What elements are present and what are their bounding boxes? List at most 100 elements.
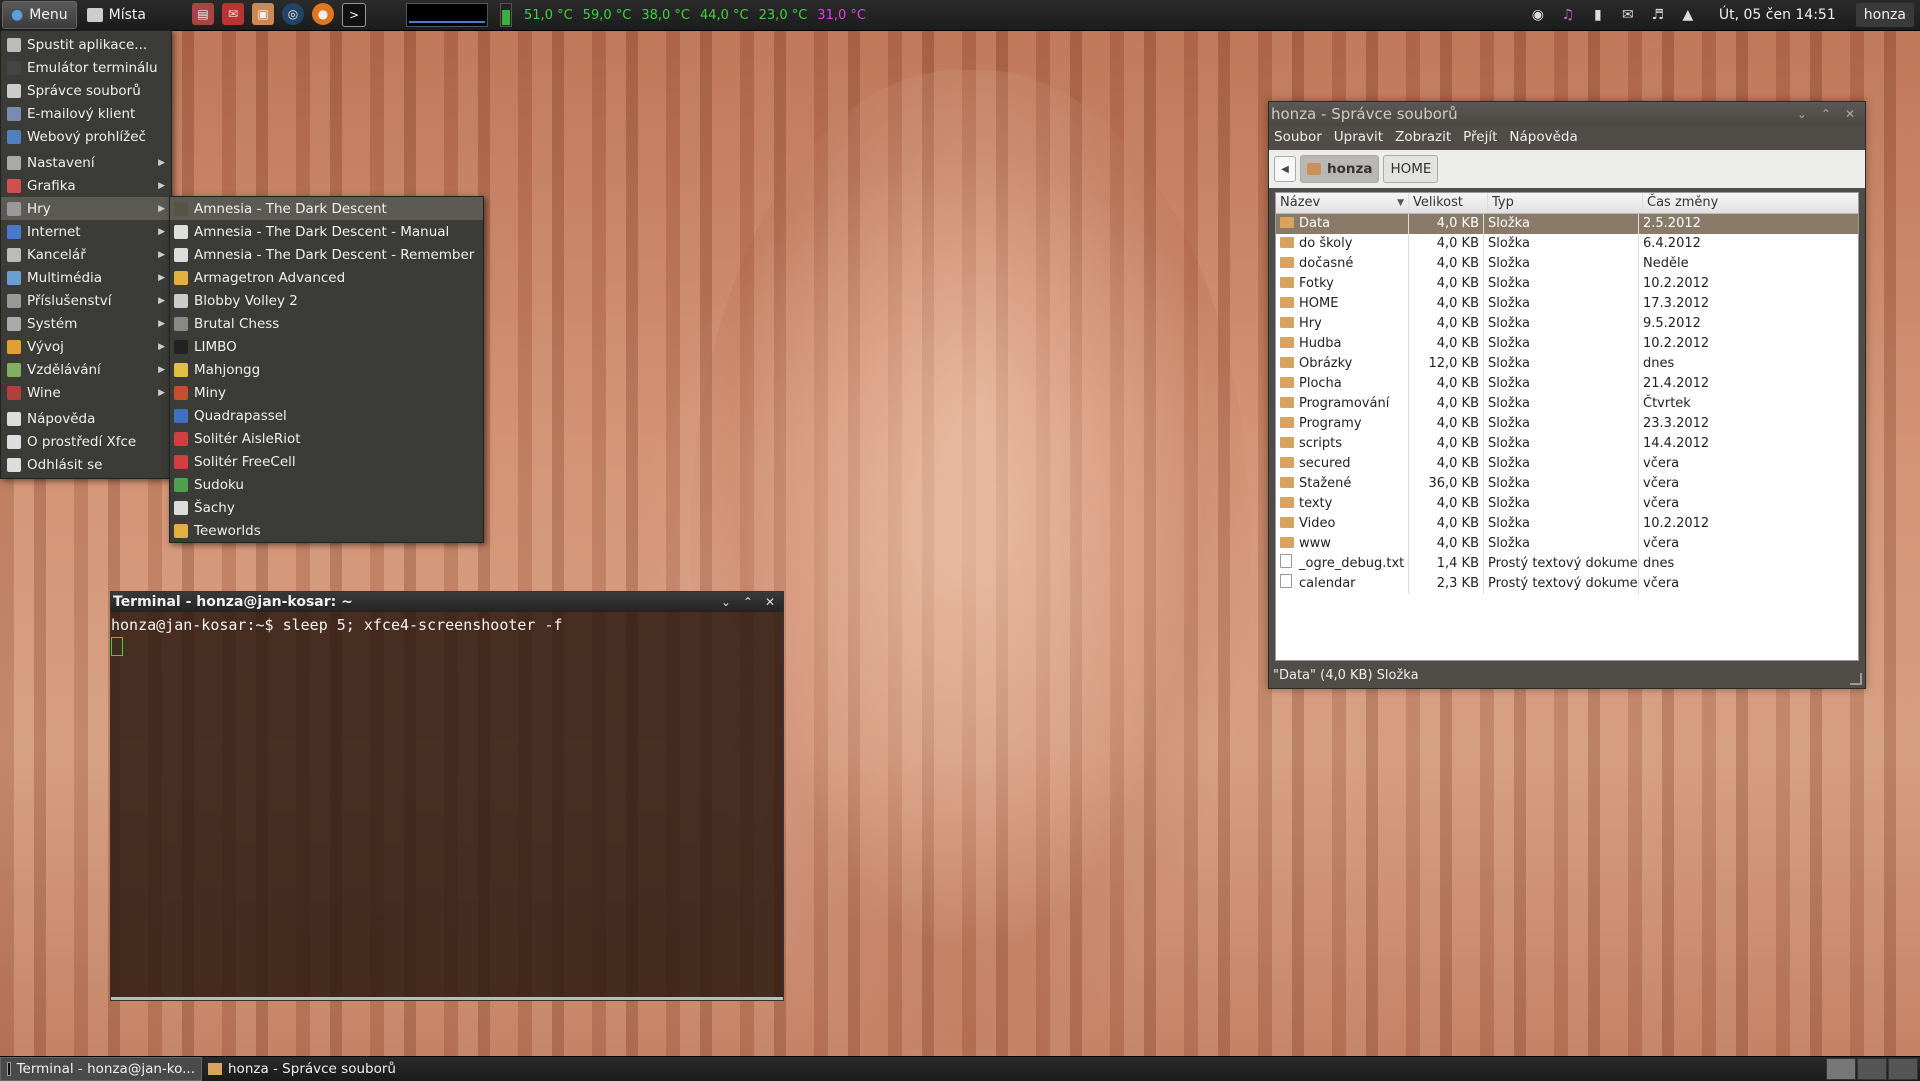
file-row[interactable]: HOME 4,0 KB Složka 17.3.2012 [1276, 294, 1858, 314]
game-item-amnesia-the-dark-descent-remember[interactable]: Amnesia - The Dark Descent - Remember [170, 243, 483, 266]
menu-item-e-mailovy-klient[interactable]: E-mailový klient [1, 102, 171, 125]
file-row[interactable]: Programy 4,0 KB Složka 23.3.2012 [1276, 414, 1858, 434]
mail-icon[interactable]: ✉ [222, 3, 245, 25]
game-item-sachy[interactable]: Šachy [170, 496, 483, 519]
menu-item-vyvoj[interactable]: Vývoj ▶ [1, 335, 171, 358]
file-row[interactable]: Obrázky 12,0 KB Složka dnes [1276, 354, 1858, 374]
game-item-sudoku[interactable]: Sudoku [170, 473, 483, 496]
file-list[interactable]: Název ▼ Velikost Typ Čas změny Data 4,0 K… [1275, 192, 1859, 661]
maximize-icon[interactable]: ⌃ [1821, 107, 1831, 121]
terminal-body[interactable]: honza@jan-kosar:~$ sleep 5; xfce4-screen… [111, 612, 783, 660]
menu-item-nastaveni[interactable]: Nastavení ▶ [1, 151, 171, 174]
menu-item-kancelar[interactable]: Kancelář ▶ [1, 243, 171, 266]
file-row[interactable]: Video 4,0 KB Složka 10.2.2012 [1276, 514, 1858, 534]
file-row[interactable]: Hudba 4,0 KB Složka 10.2.2012 [1276, 334, 1858, 354]
mail-tray-icon[interactable]: ✉ [1619, 6, 1637, 24]
menu-item-hry[interactable]: Hry ▶ [1, 197, 171, 220]
menu-zobrazit[interactable]: Zobrazit [1395, 129, 1451, 145]
maximize-icon[interactable]: ⌃ [743, 595, 753, 609]
menu-item-napoveda[interactable]: Nápověda [1, 407, 171, 430]
file-row[interactable]: calendar 2,3 KB Prostý textový dokument vče… [1276, 574, 1858, 594]
menu-item-odhlasit-se[interactable]: Odhlásit se [1, 453, 171, 476]
menu-item-grafika[interactable]: Grafika ▶ [1, 174, 171, 197]
breadcrumb-home[interactable]: HOME [1383, 155, 1439, 183]
game-item-blobby-volley-2[interactable]: Blobby Volley 2 [170, 289, 483, 312]
menu-item-spravce-souboru[interactable]: Správce souborů [1, 79, 171, 102]
notes-icon[interactable]: ♫ [1559, 6, 1577, 24]
folder-icon [1280, 537, 1294, 548]
menu-item-o-prostredi-xfce[interactable]: O prostředí Xfce [1, 430, 171, 453]
file-row[interactable]: Hry 4,0 KB Složka 9.5.2012 [1276, 314, 1858, 334]
file-row[interactable]: Programování 4,0 KB Složka Čtvrtek [1276, 394, 1858, 414]
battery-icon[interactable]: ▮ [1589, 6, 1607, 24]
menu-napoveda[interactable]: Nápověda [1509, 129, 1577, 145]
game-item-miny[interactable]: Miny [170, 381, 483, 404]
column-size[interactable]: Velikost [1409, 193, 1488, 213]
game-item-soliter-aisleriot[interactable]: Solitér AisleRiot [170, 427, 483, 450]
file-row[interactable]: secured 4,0 KB Složka včera [1276, 454, 1858, 474]
firefox-icon[interactable]: ● [312, 3, 335, 25]
game-item-brutal-chess[interactable]: Brutal Chess [170, 312, 483, 335]
menu-upravit[interactable]: Upravit [1334, 129, 1383, 145]
browser-icon[interactable]: ◎ [282, 3, 305, 25]
menu-soubor[interactable]: Soubor [1274, 129, 1322, 145]
file-row[interactable]: texty 4,0 KB Složka včera [1276, 494, 1858, 514]
user-menu[interactable]: honza [1855, 3, 1914, 27]
file-row[interactable]: Fotky 4,0 KB Složka 10.2.2012 [1276, 274, 1858, 294]
game-item-quadrapassel[interactable]: Quadrapassel [170, 404, 483, 427]
file-row[interactable]: www 4,0 KB Složka včera [1276, 534, 1858, 554]
menu-item-wine[interactable]: Wine ▶ [1, 381, 171, 404]
column-name[interactable]: Název ▼ [1276, 193, 1409, 213]
workspace-2[interactable] [1857, 1058, 1887, 1080]
terminal-titlebar[interactable]: Terminal - honza@jan-kosar: ~ ⌄ ⌃ ✕ [111, 592, 783, 612]
terminal-icon[interactable]: > [342, 3, 367, 27]
column-date[interactable]: Čas změny [1643, 193, 1858, 213]
file-manager-titlebar[interactable]: honza - Správce souborů ⌄ ⌃ ✕ [1269, 102, 1865, 126]
archive-icon[interactable]: ▤ [192, 3, 215, 25]
game-item-amnesia-the-dark-descent-manual[interactable]: Amnesia - The Dark Descent - Manual [170, 220, 483, 243]
game-item-amnesia-the-dark-descent[interactable]: Amnesia - The Dark Descent [170, 197, 483, 220]
file-row[interactable]: Data 4,0 KB Složka 2.5.2012 [1276, 214, 1858, 234]
file-row[interactable]: do školy 4,0 KB Složka 6.4.2012 [1276, 234, 1858, 254]
menu-item-emulator-terminalu[interactable]: Emulátor terminálu [1, 56, 171, 79]
file-row[interactable]: _ogre_debug.txt 1,4 KB Prostý textový doku… [1276, 554, 1858, 574]
game-item-limbo[interactable]: LIMBO [170, 335, 483, 358]
column-type[interactable]: Typ [1488, 193, 1643, 213]
file-row[interactable]: dočasné 4,0 KB Složka Neděle [1276, 254, 1858, 274]
close-icon[interactable]: ✕ [1845, 107, 1855, 121]
file-row[interactable]: Plocha 4,0 KB Složka 21.4.2012 [1276, 374, 1858, 394]
network-icon[interactable]: ▲ [1679, 6, 1697, 24]
back-arrow-icon[interactable]: ◀ [1274, 156, 1296, 182]
game-item-teeworlds[interactable]: Teeworlds [170, 519, 483, 542]
menu-item-internet[interactable]: Internet ▶ [1, 220, 171, 243]
menu-item-system[interactable]: Systém ▶ [1, 312, 171, 335]
file-manager-window[interactable]: honza - Správce souborů ⌄ ⌃ ✕ Soubor Upr… [1268, 101, 1866, 689]
game-item-armagetron-advanced[interactable]: Armagetron Advanced [170, 266, 483, 289]
game-item-mahjongg[interactable]: Mahjongg [170, 358, 483, 381]
menu-item-prislusenstvi[interactable]: Příslušenství ▶ [1, 289, 171, 312]
screenshot-icon[interactable]: ◉ [1529, 6, 1547, 24]
applications-menu-button[interactable]: ● Menu [2, 1, 77, 29]
task-terminal[interactable]: Terminal - honza@jan-ko... [0, 1057, 202, 1081]
workspace-1[interactable] [1826, 1058, 1856, 1080]
terminal-window[interactable]: Terminal - honza@jan-kosar: ~ ⌄ ⌃ ✕ honz… [110, 591, 784, 1001]
clock[interactable]: Út, 05 čen 14:51 [1719, 7, 1836, 23]
minimize-icon[interactable]: ⌄ [1797, 107, 1807, 121]
close-icon[interactable]: ✕ [765, 595, 775, 609]
game-item-soliter-freecell[interactable]: Solitér FreeCell [170, 450, 483, 473]
volume-icon[interactable]: ♬ [1649, 6, 1667, 24]
minimize-icon[interactable]: ⌄ [721, 595, 731, 609]
task-file-manager[interactable]: honza - Správce souborů [202, 1058, 402, 1080]
files-icon[interactable]: ▣ [252, 3, 275, 25]
file-row[interactable]: Stažené 36,0 KB Složka včera [1276, 474, 1858, 494]
breadcrumb-honza[interactable]: honza [1300, 155, 1380, 183]
workspace-3[interactable] [1888, 1058, 1918, 1080]
file-row[interactable]: scripts 4,0 KB Složka 14.4.2012 [1276, 434, 1858, 454]
menu-item-multimedia[interactable]: Multimédia ▶ [1, 266, 171, 289]
menu-item-webovy-prohlizec[interactable]: Webový prohlížeč [1, 125, 171, 148]
resize-grip-icon[interactable] [1850, 673, 1862, 685]
menu-item-spustit-aplikace[interactable]: Spustit aplikace... [1, 33, 171, 56]
places-button[interactable]: Místa [79, 2, 154, 28]
menu-prejit[interactable]: Přejít [1463, 129, 1497, 145]
menu-item-vzdelavani[interactable]: Vzdělávání ▶ [1, 358, 171, 381]
